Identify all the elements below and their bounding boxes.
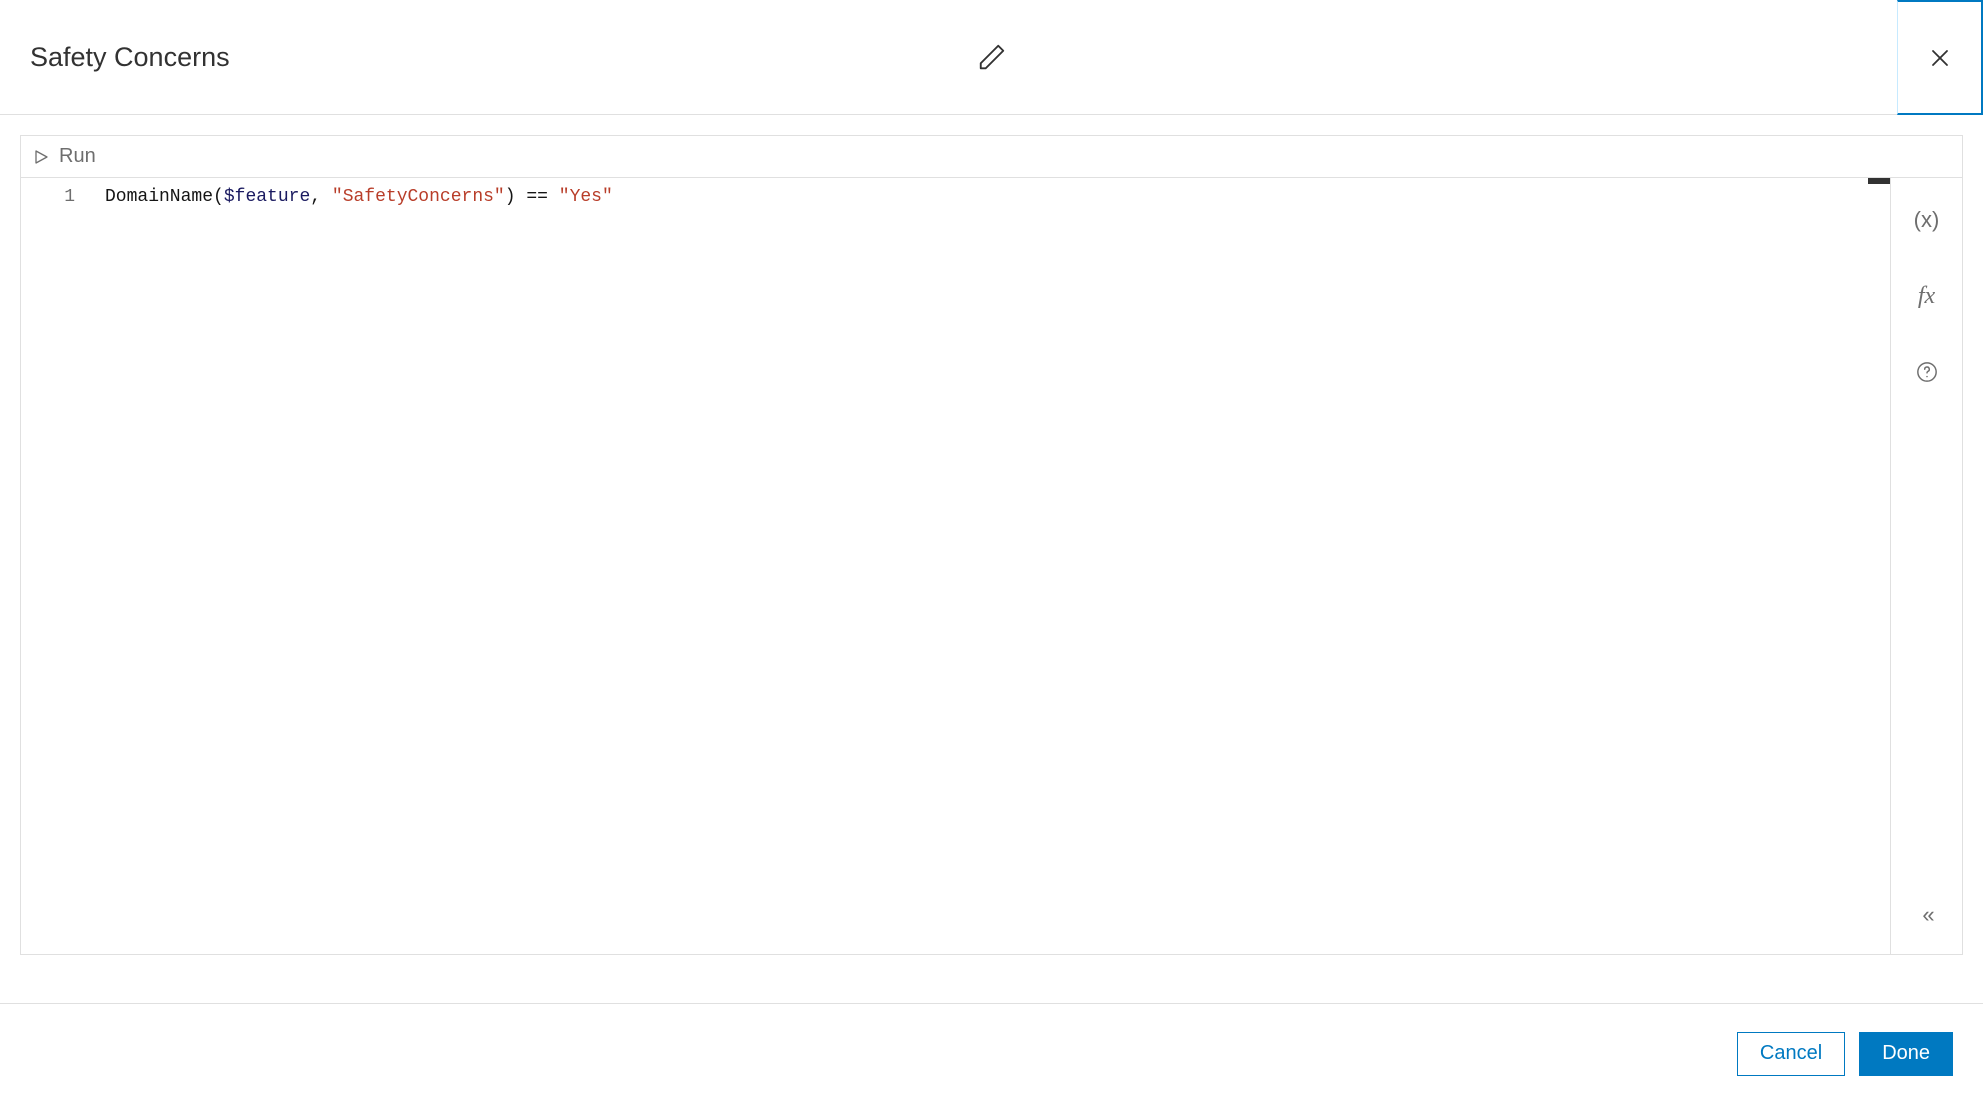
- token-function: DomainName: [105, 187, 213, 207]
- help-button[interactable]: [1911, 356, 1943, 388]
- functions-button[interactable]: fx: [1911, 280, 1943, 312]
- token-string: "Yes": [559, 187, 613, 207]
- content-area: Run 1 DomainName($feature, "SafetyConcer…: [0, 115, 1983, 975]
- edit-title-button[interactable]: [977, 42, 1007, 72]
- done-button-label: Done: [1882, 1042, 1930, 1065]
- run-bar: Run: [21, 136, 1962, 178]
- editor-panel: Run 1 DomainName($feature, "SafetyConcer…: [20, 135, 1963, 955]
- chevron-double-left-icon: «: [1922, 902, 1930, 927]
- footer: Cancel Done: [0, 1003, 1983, 1103]
- variables-button[interactable]: (x): [1911, 204, 1943, 236]
- scrollbar-handle[interactable]: [1868, 178, 1890, 184]
- token-string: "SafetyConcerns": [332, 187, 505, 207]
- token-space: [321, 187, 332, 207]
- page-title: Safety Concerns: [30, 42, 230, 73]
- pencil-icon: [977, 42, 1007, 72]
- token-space: [548, 187, 559, 207]
- help-icon: [1916, 361, 1938, 383]
- side-toolbar: (x) fx «: [1890, 178, 1962, 954]
- play-icon: [33, 149, 49, 165]
- fx-icon: fx: [1918, 283, 1935, 310]
- collapse-panel-button[interactable]: «: [1922, 902, 1930, 928]
- header: Safety Concerns: [0, 0, 1983, 115]
- line-number: 1: [21, 178, 87, 954]
- token-lparen: (: [213, 187, 224, 207]
- token-comma: ,: [310, 187, 321, 207]
- close-icon: [1928, 46, 1952, 70]
- token-operator: ==: [526, 187, 548, 207]
- code-editor[interactable]: 1 DomainName($feature, "SafetyConcerns")…: [21, 178, 1890, 954]
- run-button[interactable]: Run: [33, 145, 96, 168]
- variables-icon: (x): [1914, 207, 1940, 233]
- cancel-button-label: Cancel: [1760, 1042, 1822, 1065]
- run-button-label: Run: [59, 145, 96, 168]
- close-button[interactable]: [1897, 0, 1983, 115]
- done-button[interactable]: Done: [1859, 1032, 1953, 1076]
- token-variable: $feature: [224, 187, 310, 207]
- editor-body: 1 DomainName($feature, "SafetyConcerns")…: [21, 178, 1962, 954]
- token-rparen: ): [505, 187, 516, 207]
- token-space: [516, 187, 527, 207]
- cancel-button[interactable]: Cancel: [1737, 1032, 1845, 1076]
- code-content: DomainName($feature, "SafetyConcerns") =…: [87, 178, 613, 954]
